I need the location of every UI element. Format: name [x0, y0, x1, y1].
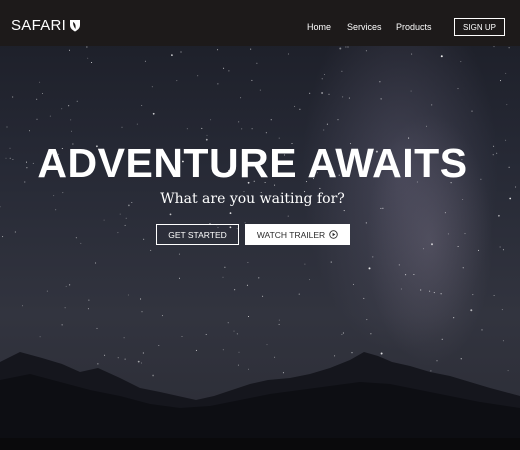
top-navbar: SAFARI Home Services Products SIGN UP — [0, 0, 520, 46]
get-started-label: GET STARTED — [168, 229, 227, 240]
hero-headline: ADVENTURE AWAITS — [37, 140, 468, 186]
nav-link-services[interactable]: Services — [347, 22, 382, 32]
play-circle-icon — [329, 230, 338, 239]
landing-page: SAFARI Home Services Products SIGN UP AD… — [0, 0, 520, 450]
brand-name: SAFARI — [11, 17, 67, 34]
shield-leaf-icon — [70, 20, 81, 32]
nav-link-home[interactable]: Home — [307, 22, 331, 32]
get-started-button[interactable]: GET STARTED — [156, 224, 239, 245]
brand-logo[interactable]: SAFARI — [11, 17, 81, 34]
nav-link-products[interactable]: Products — [396, 22, 432, 32]
mountain-silhouette — [0, 352, 520, 450]
signup-button[interactable]: SIGN UP — [454, 18, 505, 36]
page-bottom-edge — [0, 438, 520, 450]
watch-trailer-button[interactable]: WATCH TRAILER — [245, 224, 350, 245]
hero-subheadline: What are you waiting for? — [160, 191, 345, 207]
watch-trailer-label: WATCH TRAILER — [256, 229, 326, 240]
